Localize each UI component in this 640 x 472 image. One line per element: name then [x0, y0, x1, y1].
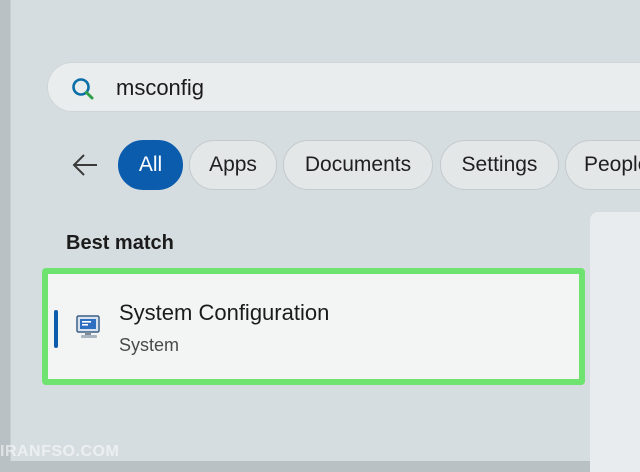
selection-indicator [54, 310, 58, 348]
watermark: IRANFSO.COM [0, 443, 120, 460]
system-configuration-icon [76, 315, 100, 338]
best-match-result[interactable] [48, 274, 579, 379]
search-icon [72, 78, 94, 100]
search-query-text: msconfig [116, 75, 205, 100]
filter-chip-label: Settings [461, 153, 538, 176]
preview-pane [590, 212, 640, 472]
filter-chip-all[interactable]: All [118, 140, 183, 190]
search-input[interactable]: msconfig [47, 62, 640, 112]
filter-chip-apps[interactable]: Apps [189, 140, 277, 190]
filter-chip-settings[interactable]: Settings [440, 140, 559, 190]
back-arrow-icon [72, 154, 97, 176]
best-match-heading: Best match [66, 232, 174, 254]
result-subtitle: System [119, 335, 180, 355]
filter-chip-documents[interactable]: Documents [283, 140, 433, 190]
filter-chip-label: Documents [304, 153, 412, 176]
filter-chip-label: People [584, 153, 640, 176]
back-button[interactable] [66, 146, 104, 184]
filter-chip-label: All [138, 153, 163, 176]
result-title: System Configuration [119, 300, 330, 325]
filter-chip-people[interactable]: People [565, 140, 640, 190]
filter-chip-label: Apps [209, 153, 257, 176]
